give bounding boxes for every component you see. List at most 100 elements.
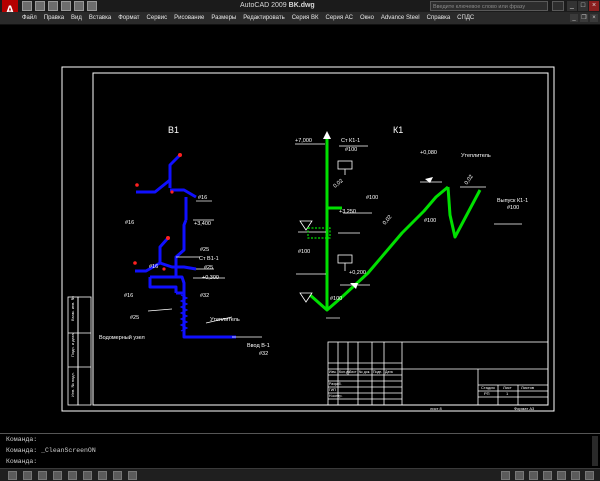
maximize-button[interactable]: □ [578,1,588,11]
quick-access-toolbar [22,1,97,11]
command-prompt: Команда: [6,458,38,465]
menu-item[interactable]: Окно [360,12,374,24]
polar-icon[interactable] [53,471,62,480]
command-line[interactable]: Команда: Команда: _CleanScreenON Команда… [0,433,600,469]
stamp-row-3: Лист [349,370,357,374]
lwt-icon[interactable] [128,471,137,480]
w-riser: Ст В1-1 [199,256,219,262]
sheet-outer-frame [61,66,555,412]
menu-item[interactable]: Рисование [174,12,204,24]
menu-item[interactable]: Advance Steel [381,12,420,24]
s-elev-7000: +7,000 [295,138,312,144]
window-controls: _ □ × [567,1,599,11]
s-d100-e: #100 [330,296,342,302]
copy-label: лист 8 [430,406,443,411]
w-d16-c: #16 [149,264,158,270]
clean-screen-icon[interactable] [585,471,594,480]
s-riser: Ст К1-1 [341,138,360,144]
command-history-line-2: Команда: _CleanScreenON [0,445,600,456]
command-prompt: Команда: [6,436,38,443]
command-prompt: Команда: [6,447,38,454]
menu-item[interactable]: Справка [427,12,451,24]
command-input-line[interactable]: Команда: [0,456,600,467]
right-title: К1 [393,125,403,135]
menu-item[interactable]: Редактировать [243,12,284,24]
zoom-icon[interactable] [543,471,552,480]
command-scrollbar[interactable] [592,436,598,466]
search-button[interactable] [552,1,564,11]
sewer-scheme-k1 [309,137,482,312]
stamp-sheets-label: Листов [521,385,534,390]
w-d32-a: #32 [200,293,209,299]
grid-icon[interactable] [23,471,32,480]
drawing-canvas[interactable]: Взам. инв. № Подп. и дата Инв. № подл. И… [0,25,600,433]
water-valves [133,153,182,271]
s-d100-b: #100 [366,195,378,201]
stamp-developed: Разраб. [329,382,342,386]
w-meter: Водомерный узел [99,334,145,341]
s-d100-c: #100 [298,249,310,255]
minimize-button[interactable]: _ [567,1,577,11]
menu-item[interactable]: Вид [71,12,82,24]
menu-item[interactable]: Вставка [89,12,111,24]
otrack-icon[interactable] [83,471,92,480]
app-name: AutoCAD 2009 [240,2,287,9]
snap-icon[interactable] [8,471,17,480]
w-d25-a: #25 [200,247,209,253]
stamp-row-6: Дата [385,370,393,374]
window-title: AutoCAD 2009 BK.dwg [240,0,315,12]
w-d16-a: #16 [198,195,207,201]
menu-item[interactable]: Серия АС [325,12,352,24]
model-icon[interactable] [501,471,510,480]
menu-item[interactable]: Правка [44,12,64,24]
menu-item[interactable]: Серия ВК [292,12,319,24]
drafting-settings [8,471,137,480]
doc-restore-button[interactable]: ❐ [580,14,588,22]
new-icon[interactable] [22,1,32,11]
doc-close-button[interactable]: × [590,14,598,22]
sheet-inner-frame [92,72,549,406]
file-name: BK.dwg [288,2,315,9]
workspace-icon[interactable] [571,471,580,480]
save-icon[interactable] [48,1,58,11]
dyn-icon[interactable] [113,471,122,480]
s-d100-d: #100 [424,218,436,224]
stamp-stage-label: Стадия [481,385,495,390]
pan-icon[interactable] [529,471,538,480]
status-tray [501,471,594,480]
menu-item[interactable]: СПДС [457,12,474,24]
layout-icon[interactable] [515,471,524,480]
doc-minimize-button[interactable]: _ [570,14,578,22]
annotation-scale-icon[interactable] [557,471,566,480]
redo-icon[interactable] [87,1,97,11]
w-inlet: Ввод В-1 [247,343,270,349]
ortho-icon[interactable] [38,471,47,480]
print-icon[interactable] [61,1,71,11]
s-slope-c: 0,02 [464,174,475,186]
side-stamp-label-3: Инв. № подл. [70,372,75,397]
close-button[interactable]: × [589,1,599,11]
stamp-stage-value: РП [484,391,490,396]
s-d100-a: #100 [345,147,357,153]
ducs-icon[interactable] [98,471,107,480]
s-d100-f: #100 [507,205,519,211]
menu-item[interactable]: Формат [118,12,139,24]
drawing-svg: Взам. инв. № Подп. и дата Инв. № подл. И… [61,66,555,412]
w-elev-3400: +3,400 [194,221,211,227]
left-title: В1 [168,125,179,135]
open-icon[interactable] [35,1,45,11]
side-stamp-label-1: Взам. инв. № [70,296,75,321]
w-d25-c: #25 [130,315,139,321]
menu-item[interactable]: Файл [22,12,37,24]
help-search-input[interactable]: Введите ключевое слово или фразу [430,1,548,11]
w-d25-b: #25 [204,265,213,271]
menu-bar: Файл Правка Вид Вставка Формат Сервис Рисовани… [0,12,600,25]
menu-item[interactable]: Сервис [147,12,168,24]
stamp-norm: Н.контр. [329,394,342,398]
undo-icon[interactable] [74,1,84,11]
w-insulation: Утеплитель [210,317,240,323]
s-slope-a: 0,02 [332,178,344,189]
menu-items: Файл Правка Вид Вставка Формат Сервис Рисовани… [22,12,474,24]
osnap-icon[interactable] [68,471,77,480]
menu-item[interactable]: Размеры [211,12,236,24]
